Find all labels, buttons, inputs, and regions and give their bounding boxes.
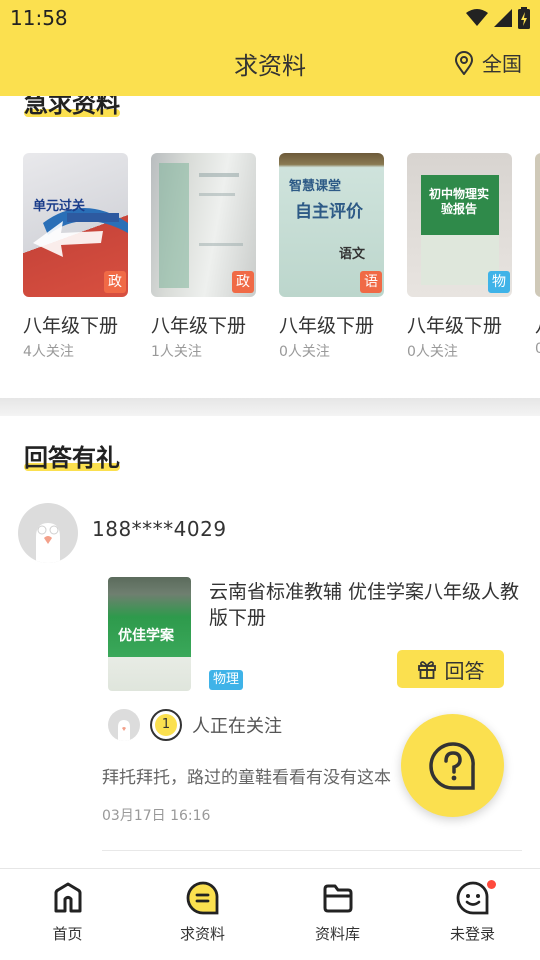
card-followers: 0: [535, 341, 540, 357]
book-cover-image: 政: [151, 153, 256, 297]
follow-text: 人正在关注: [192, 716, 282, 737]
subject-badge: 物: [488, 271, 510, 293]
section-title-answer: 回答有礼: [24, 444, 120, 472]
urgent-requests-section: 急求资料 单元过关 政 八年级下册 4人关注 政 八年级下册 1人关注 智慧课堂…: [0, 96, 540, 398]
post-username: 188****4029: [92, 517, 227, 541]
nav-label: 未登录: [449, 925, 495, 943]
battery-icon: [518, 7, 530, 29]
folder-icon: [323, 884, 352, 913]
location-label: 全国: [482, 52, 522, 76]
profile-face-icon: [456, 881, 488, 915]
book-cover-image: [535, 153, 540, 297]
avatar[interactable]: [18, 503, 78, 563]
request-card[interactable]: 单元过关 政 八年级下册 4人关注: [23, 153, 128, 361]
book-cover-image: 单元过关 政: [23, 153, 128, 297]
post-comment: 拜托拜托，路过的童鞋看看有没有这本: [102, 768, 391, 788]
gift-icon: [417, 661, 436, 679]
home-icon: [54, 882, 81, 913]
answer-button-label: 回答: [444, 658, 485, 683]
cover-text: 单元过关: [33, 199, 86, 214]
book-cover-image[interactable]: 优佳学案: [108, 577, 191, 691]
card-title: 八年级下册: [151, 315, 247, 337]
chat-list-icon: [186, 881, 218, 915]
nav-item-home[interactable]: 首页: [0, 869, 135, 960]
nav-label: 首页: [52, 925, 83, 943]
card-title: 八: [535, 311, 540, 338]
card-followers: 4人关注: [23, 344, 74, 360]
post-time: 03月17日 16:16: [102, 808, 211, 824]
card-title: 八年级下册: [23, 315, 119, 337]
bottom-nav: 首页 求资料 资料库 未登录: [0, 868, 540, 960]
signal-icon: [494, 9, 512, 27]
nav-label: 求资料: [179, 925, 225, 943]
help-fab-button[interactable]: [401, 714, 504, 817]
status-time: 11:58: [10, 6, 68, 30]
card-followers: 0人关注: [407, 344, 458, 360]
status-icons: [466, 7, 530, 29]
answer-button[interactable]: 回答: [397, 650, 504, 688]
notification-dot: [487, 880, 496, 889]
wifi-icon: [466, 9, 488, 26]
request-card[interactable]: 八 0: [535, 153, 540, 361]
cover-text: 优佳学案: [118, 628, 174, 644]
request-card[interactable]: 智慧课堂 自主评价 语文 语 八年级下册 0人关注: [279, 153, 384, 361]
request-card[interactable]: 政 八年级下册 1人关注: [151, 153, 256, 361]
section-divider: [0, 398, 540, 416]
follow-row: 1 人正在关注: [108, 709, 282, 741]
subject-badge: 政: [104, 271, 126, 293]
post-divider: [102, 850, 522, 851]
top-header: 11:58 求资料 全国: [0, 0, 540, 96]
location-selector[interactable]: 全国: [454, 48, 522, 77]
nav-label: 资料库: [314, 925, 360, 943]
card-followers: 1人关注: [151, 344, 202, 360]
cover-text: 智慧课堂: [289, 179, 342, 194]
section-title-urgent: 急求资料: [24, 96, 120, 118]
card-title: 八年级下册: [279, 315, 375, 337]
request-card[interactable]: 初中物理实验报告 物 八年级下册 0人关注: [407, 153, 512, 361]
status-bar: 11:58: [0, 0, 540, 38]
card-followers: 0人关注: [279, 344, 330, 360]
subject-tag: 物理: [209, 670, 244, 690]
nav-item-profile[interactable]: 未登录: [405, 869, 540, 960]
book-cover-image: 初中物理实验报告 物: [407, 153, 512, 297]
cover-text: 语文: [339, 247, 366, 262]
subject-badge: 语: [360, 271, 382, 293]
book-title: 云南省标准教辅 优佳学案八年级人教版下册: [209, 581, 520, 629]
cover-text: 自主评价: [295, 202, 363, 222]
card-title: 八年级下册: [407, 315, 503, 337]
book-cover-image: 智慧课堂 自主评价 语文 语: [279, 153, 384, 297]
cover-text: 初中物理实验报告: [428, 187, 489, 216]
urgent-card-list: 单元过关 政 八年级下册 4人关注 政 八年级下册 1人关注 智慧课堂 自主评价…: [23, 153, 540, 361]
follow-count-badge: 1: [150, 709, 182, 741]
question-icon: [428, 741, 475, 790]
subject-badge: 政: [232, 271, 254, 293]
nav-item-library[interactable]: 资料库: [270, 869, 405, 960]
nav-item-request[interactable]: 求资料: [135, 869, 270, 960]
location-pin-icon: [454, 50, 474, 75]
avatar: [108, 709, 140, 741]
